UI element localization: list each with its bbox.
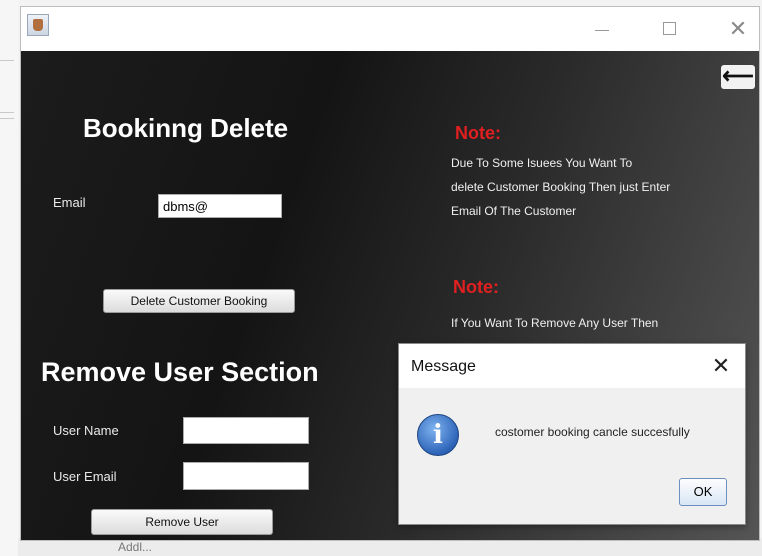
ok-button[interactable]: OK [679, 478, 727, 506]
dialog-message: costomer booking cancle succesfully [495, 425, 690, 439]
user-email-field[interactable] [183, 462, 309, 490]
maximize-button[interactable] [647, 15, 693, 43]
background-window-edge [0, 0, 18, 556]
note-line: Email Of The Customer [451, 204, 577, 218]
minimize-icon [595, 30, 609, 31]
note-line: delete Customer Booking Then just Enter [451, 180, 671, 194]
java-cup-icon [27, 14, 49, 36]
user-email-label: User Email [53, 469, 117, 484]
email-label: Email [53, 195, 86, 210]
note-heading: Note: [453, 277, 499, 297]
close-icon: ✕ [711, 353, 731, 378]
email-field[interactable] [158, 194, 282, 218]
delete-customer-booking-button[interactable]: Delete Customer Booking [103, 289, 295, 313]
message-dialog: Message ✕ i costomer booking cancle succ… [398, 343, 746, 525]
note-line: Due To Some Isuees You Want To [451, 156, 633, 170]
note-text: If You Want To Remove Any User Then [451, 311, 741, 335]
minimize-button[interactable] [579, 15, 625, 43]
title-bar: ✕ [21, 7, 759, 51]
back-button[interactable]: ⟵ [721, 65, 755, 89]
background-divider [0, 112, 14, 113]
remove-user-button[interactable]: Remove User [91, 509, 273, 535]
remove-user-section-title: Remove User Section [41, 357, 319, 387]
maximize-icon [663, 22, 676, 35]
user-name-label: User Name [53, 423, 119, 438]
background-divider [0, 60, 14, 61]
information-icon: i [417, 414, 459, 456]
background-divider [0, 118, 14, 119]
booking-delete-title: Bookinng Delete [83, 113, 289, 143]
note-line: If You Want To Remove Any User Then [451, 316, 659, 330]
user-name-field[interactable] [183, 417, 309, 444]
dialog-title-bar: Message ✕ [399, 344, 745, 388]
close-icon: ✕ [728, 16, 748, 41]
dialog-title: Message [411, 358, 476, 375]
dialog-close-button[interactable]: ✕ [705, 351, 737, 381]
background-bottom-text: Addl... [118, 540, 153, 554]
back-arrow-icon: ⟵ [722, 63, 754, 88]
note-heading: Note: [455, 123, 501, 143]
close-window-button[interactable]: ✕ [715, 15, 761, 43]
note-text: Due To Some Isuees You Want To delete Cu… [451, 151, 741, 223]
